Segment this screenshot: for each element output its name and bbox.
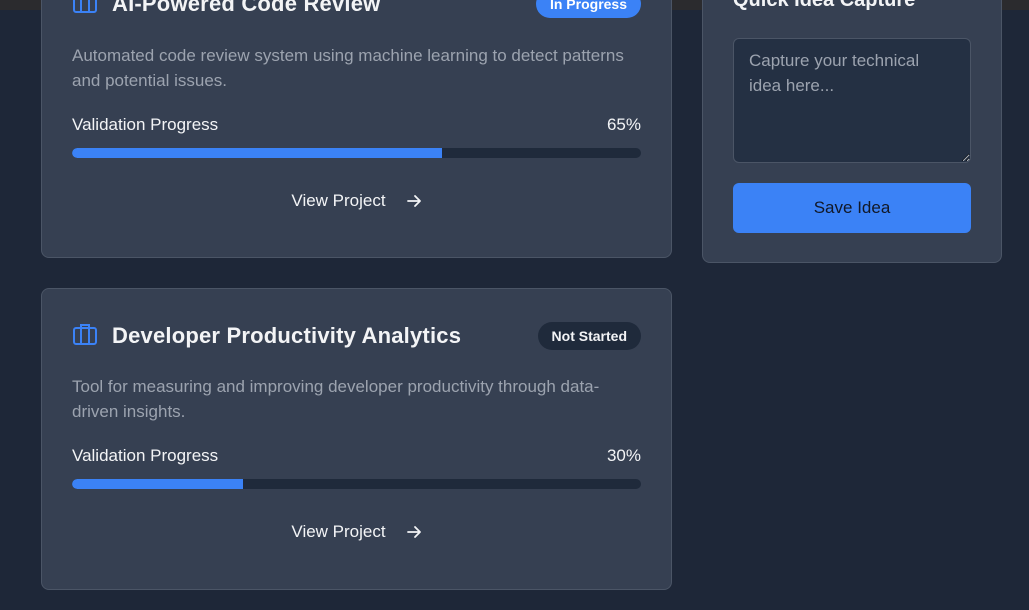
status-badge: Not Started	[537, 322, 641, 350]
project-description: Tool for measuring and improving develop…	[72, 377, 600, 421]
progress-track	[72, 148, 641, 158]
idea-input[interactable]	[733, 38, 971, 163]
progress-row: Validation Progress 65%	[72, 115, 641, 135]
save-idea-button[interactable]: Save Idea	[733, 183, 971, 233]
project-card: AI-Powered Code Review In Progress Autom…	[41, 0, 672, 258]
view-project-button[interactable]: View Project	[42, 522, 671, 542]
project-title: AI-Powered Code Review	[112, 0, 381, 16]
project-title-wrap: Developer Productivity Analytics	[72, 322, 461, 351]
briefcase-icon	[72, 322, 98, 351]
view-project-label: View Project	[291, 522, 386, 541]
project-title-wrap: AI-Powered Code Review	[72, 0, 380, 19]
project-card-header: Developer Productivity Analytics Not Sta…	[72, 319, 641, 353]
arrow-right-icon	[406, 524, 422, 540]
project-card-header: AI-Powered Code Review In Progress	[72, 0, 641, 21]
quick-idea-title: Quick Idea Capture	[733, 0, 916, 11]
progress-percent: 65%	[606, 115, 641, 134]
progress-percent: 30%	[606, 446, 641, 465]
view-project-label: View Project	[291, 191, 386, 210]
project-card: Developer Productivity Analytics Not Sta…	[41, 288, 672, 590]
arrow-right-icon	[406, 193, 422, 209]
progress-label: Validation Progress	[72, 115, 219, 134]
quick-idea-panel: Quick Idea Capture Save Idea	[702, 0, 1002, 263]
project-title: Developer Productivity Analytics	[112, 323, 462, 348]
progress-fill	[72, 148, 442, 158]
project-description: Automated code review system using machi…	[72, 46, 624, 90]
progress-fill	[72, 479, 243, 489]
progress-row: Validation Progress 30%	[72, 446, 641, 466]
briefcase-icon	[72, 0, 98, 19]
view-project-button[interactable]: View Project	[42, 191, 671, 211]
status-badge: In Progress	[535, 0, 641, 18]
progress-label: Validation Progress	[72, 446, 219, 465]
progress-track	[72, 479, 641, 489]
